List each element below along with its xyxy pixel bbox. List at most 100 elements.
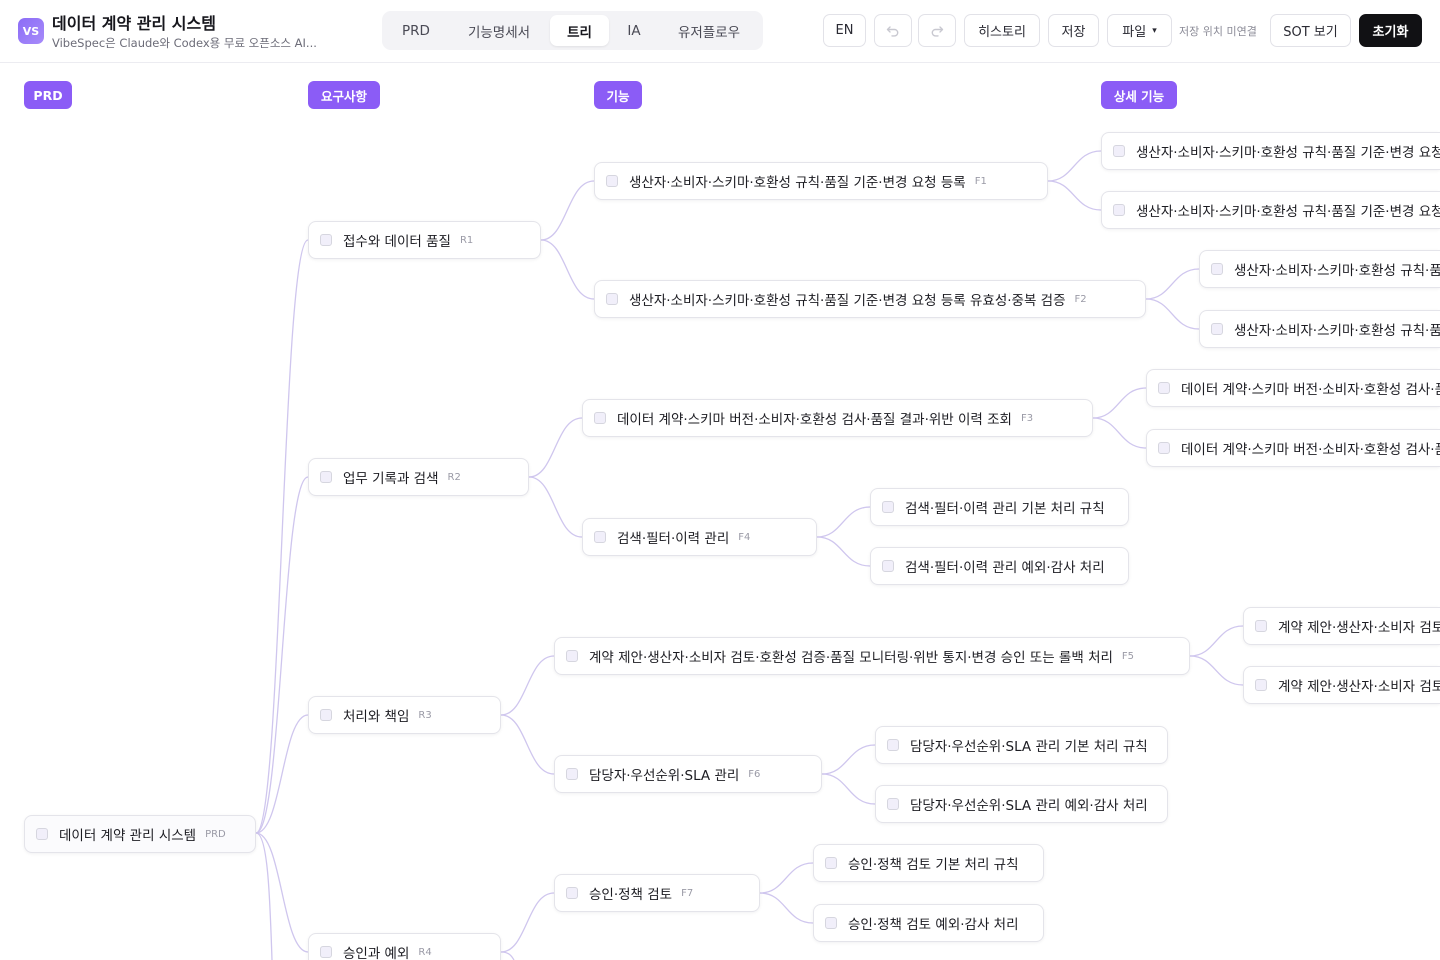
node-checkbox[interactable]: [882, 501, 894, 513]
tree-node-detail[interactable]: 검색·필터·이력 관리 예외·감사 처리: [870, 547, 1129, 585]
node-checkbox[interactable]: [1255, 679, 1267, 691]
node-label: 담당자·우선순위·SLA 관리 기본 처리 규칙: [910, 739, 1148, 755]
node-label: 업무 기록과 검색: [343, 471, 439, 487]
node-code: F6: [748, 768, 761, 780]
tree-node-requirement[interactable]: 승인과 예외 R4: [308, 933, 501, 960]
node-checkbox[interactable]: [887, 739, 899, 751]
tab-feature-spec[interactable]: 기능명세서: [452, 15, 546, 46]
node-label: 처리와 책임: [343, 709, 410, 725]
language-button[interactable]: EN: [823, 14, 866, 47]
node-checkbox[interactable]: [566, 887, 578, 899]
reset-button[interactable]: 초기화: [1359, 14, 1422, 47]
tree-node-detail[interactable]: 담당자·우선순위·SLA 관리 기본 처리 규칙: [875, 726, 1168, 764]
tab-ia[interactable]: IA: [613, 15, 655, 46]
node-code: F7: [681, 887, 694, 899]
node-label: 계약 제안·생산자·소비자 검토·호환성 검증·품질 모니터링·위반 통지·변경…: [589, 650, 1113, 666]
node-label: 접수와 데이터 품질: [343, 234, 451, 250]
node-checkbox[interactable]: [566, 650, 578, 662]
file-menu-label: 파일: [1122, 25, 1147, 40]
node-checkbox[interactable]: [1158, 382, 1170, 394]
tree-node-detail[interactable]: 담당자·우선순위·SLA 관리 예외·감사 처리: [875, 785, 1168, 823]
node-code: PRD: [205, 828, 226, 840]
tree-node-detail[interactable]: 생산자·소비자·스키마·호환성 규칙·품질 기준·변경 요청: [1101, 191, 1440, 229]
node-checkbox[interactable]: [825, 857, 837, 869]
tree-node-feature[interactable]: 생산자·소비자·스키마·호환성 규칙·품질 기준·변경 요청 등록 F1: [594, 162, 1048, 200]
node-checkbox[interactable]: [36, 828, 48, 840]
tree-node-requirement[interactable]: 접수와 데이터 품질 R1: [308, 221, 541, 259]
column-badge-details: 상세 기능: [1101, 81, 1177, 109]
node-label: 승인·정책 검토 예외·감사 처리: [848, 917, 1019, 933]
redo-button[interactable]: [918, 14, 956, 47]
tree-node-detail[interactable]: 데이터 계약·스키마 버전·소비자·호환성 검사·품: [1146, 429, 1440, 467]
tab-tree[interactable]: 트리: [550, 15, 609, 46]
node-code: F4: [738, 531, 751, 543]
node-label: 승인·정책 검토 기본 처리 규칙: [848, 857, 1019, 873]
node-checkbox[interactable]: [1158, 442, 1170, 454]
tree-node-requirement[interactable]: 업무 기록과 검색 R2: [308, 458, 529, 496]
chevron-down-icon: ▾: [1152, 25, 1157, 36]
node-code: R3: [418, 709, 432, 721]
tree-node-detail[interactable]: 생산자·소비자·스키마·호환성 규칙·품질 기준·변경 요청: [1101, 132, 1440, 170]
node-label: 담당자·우선순위·SLA 관리: [589, 768, 740, 784]
node-code: R1: [459, 234, 474, 246]
node-checkbox[interactable]: [566, 768, 578, 780]
tree-node-detail[interactable]: 계약 제안·생산자·소비자 검토: [1243, 666, 1440, 704]
node-checkbox[interactable]: [594, 531, 606, 543]
undo-button[interactable]: [874, 14, 912, 47]
node-label: 생산자·소비자·스키마·호환성 규칙·품질: [1234, 323, 1440, 339]
tree-node-detail[interactable]: 생산자·소비자·스키마·호환성 규칙·품질: [1199, 250, 1440, 288]
node-checkbox[interactable]: [320, 946, 332, 958]
tree-node-feature[interactable]: 계약 제안·생산자·소비자 검토·호환성 검증·품질 모니터링·위반 통지·변경…: [554, 637, 1190, 675]
node-label: 생산자·소비자·스키마·호환성 규칙·품질 기준·변경 요청 등록: [629, 175, 966, 191]
redo-icon: [931, 25, 944, 37]
node-checkbox[interactable]: [1255, 620, 1267, 632]
node-checkbox[interactable]: [825, 917, 837, 929]
node-label: 승인·정책 검토: [589, 887, 673, 903]
node-checkbox[interactable]: [882, 560, 894, 572]
node-checkbox[interactable]: [320, 709, 332, 721]
node-checkbox[interactable]: [887, 798, 899, 810]
view-tabs: PRD 기능명세서 트리 IA 유저플로우: [382, 11, 763, 50]
node-code: F1: [974, 175, 987, 187]
app-subtitle: VibeSpec은 Claude와 Codex용 무료 오픈소스 AI...: [52, 36, 317, 50]
node-checkbox[interactable]: [1211, 263, 1223, 275]
tree-node-detail[interactable]: 생산자·소비자·스키마·호환성 규칙·품질: [1199, 310, 1440, 348]
tab-prd[interactable]: PRD: [386, 15, 446, 46]
tree-node-detail[interactable]: 승인·정책 검토 예외·감사 처리: [813, 904, 1044, 942]
node-checkbox[interactable]: [1211, 323, 1223, 335]
tree-node-detail[interactable]: 검색·필터·이력 관리 기본 처리 규칙: [870, 488, 1129, 526]
node-code: F5: [1121, 650, 1135, 662]
node-label: 검색·필터·이력 관리 기본 처리 규칙: [905, 501, 1105, 517]
node-code: F3: [1020, 412, 1034, 424]
node-checkbox[interactable]: [1113, 204, 1125, 216]
node-label: 담당자·우선순위·SLA 관리 예외·감사 처리: [910, 798, 1148, 814]
column-badge-prd: PRD: [24, 81, 72, 109]
tree-node-feature[interactable]: 데이터 계약·스키마 버전·소비자·호환성 검사·품질 결과·위반 이력 조회 …: [582, 399, 1093, 437]
node-checkbox[interactable]: [320, 471, 332, 483]
node-label: 계약 제안·생산자·소비자 검토: [1278, 620, 1440, 636]
sot-view-button[interactable]: SOT 보기: [1270, 14, 1351, 47]
node-checkbox[interactable]: [606, 175, 618, 187]
node-checkbox[interactable]: [320, 234, 332, 246]
save-button[interactable]: 저장: [1048, 14, 1099, 47]
node-label: 검색·필터·이력 관리 예외·감사 처리: [905, 560, 1105, 576]
node-checkbox[interactable]: [1113, 145, 1125, 157]
tree-node-detail[interactable]: 승인·정책 검토 기본 처리 규칙: [813, 844, 1044, 882]
node-label: 데이터 계약 관리 시스템: [59, 828, 197, 844]
node-checkbox[interactable]: [606, 293, 618, 305]
node-checkbox[interactable]: [594, 412, 606, 424]
tree-node-root[interactable]: 데이터 계약 관리 시스템 PRD: [24, 815, 256, 853]
file-menu-button[interactable]: 파일 ▾: [1107, 14, 1172, 47]
tree-node-detail[interactable]: 데이터 계약·스키마 버전·소비자·호환성 검사·품: [1146, 369, 1440, 407]
tree-node-requirement[interactable]: 처리와 책임 R3: [308, 696, 501, 734]
tree-node-feature[interactable]: 승인·정책 검토 F7: [554, 874, 760, 912]
tree-node-feature[interactable]: 검색·필터·이력 관리 F4: [582, 518, 817, 556]
tab-userflow[interactable]: 유저플로우: [659, 15, 759, 46]
tree-node-feature[interactable]: 생산자·소비자·스키마·호환성 규칙·품질 기준·변경 요청 등록 유효성·중복…: [594, 280, 1146, 318]
node-label: 데이터 계약·스키마 버전·소비자·호환성 검사·품: [1181, 442, 1440, 458]
tree-node-detail[interactable]: 계약 제안·생산자·소비자 검토: [1243, 607, 1440, 645]
node-label: 데이터 계약·스키마 버전·소비자·호환성 검사·품질 결과·위반 이력 조회: [617, 412, 1012, 428]
history-button[interactable]: 히스토리: [964, 14, 1040, 47]
column-badge-requirements: 요구사항: [308, 81, 380, 109]
tree-node-feature[interactable]: 담당자·우선순위·SLA 관리 F6: [554, 755, 822, 793]
